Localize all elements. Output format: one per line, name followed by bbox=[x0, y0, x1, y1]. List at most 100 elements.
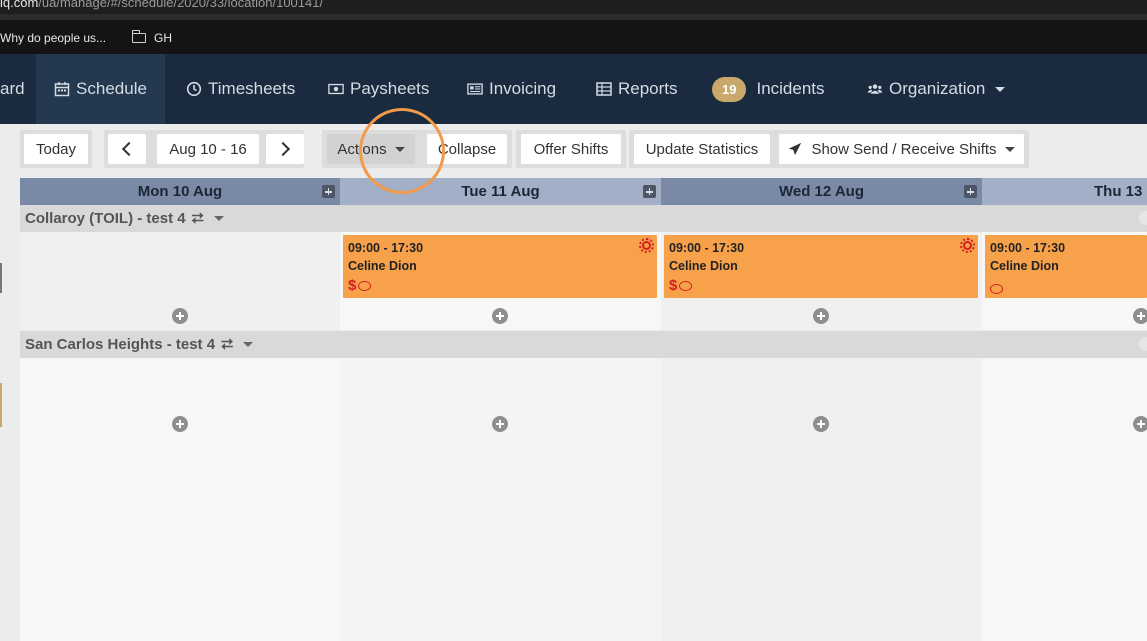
shift-employee: Celine Dion bbox=[669, 259, 738, 273]
add-shift-icon[interactable] bbox=[492, 416, 508, 432]
send-receive-shifts-button[interactable]: Show Send / Receive Shifts bbox=[779, 134, 1024, 164]
nav-item-schedule[interactable]: Schedule bbox=[36, 54, 165, 124]
nav-item-label: Paysheets bbox=[350, 79, 430, 98]
main-nav: ard Schedule Timesheets Paysheets Invoic… bbox=[0, 54, 1147, 124]
schedule-toolbar: Today Aug 10 - 16 Actions Collapse Offer… bbox=[0, 124, 1147, 178]
add-shift-icon[interactable] bbox=[492, 308, 508, 324]
chevron-down-icon bbox=[995, 86, 1006, 92]
nav-item-label: Reports bbox=[618, 79, 678, 98]
date-range-display[interactable]: Aug 10 - 16 bbox=[157, 134, 259, 164]
day-label: Thu 13 bbox=[1094, 183, 1143, 200]
previous-week-button[interactable] bbox=[108, 134, 146, 164]
address-bar[interactable]: iq.com/ua/manage/#/schedule/2020/33/loca… bbox=[0, 0, 1147, 14]
money-icon bbox=[328, 83, 344, 95]
panel-edge bbox=[0, 383, 2, 427]
clock-icon bbox=[186, 81, 202, 97]
nav-item-label: ard bbox=[0, 79, 25, 98]
nav-item-invoicing[interactable]: Invoicing bbox=[467, 54, 556, 124]
address-url: iq.com/ua/manage/#/schedule/2020/33/loca… bbox=[0, 0, 324, 10]
location-row-collaroy[interactable]: Collaroy (TOIL) - test 4 ⮂ bbox=[20, 205, 1147, 232]
chevron-right-icon bbox=[275, 141, 291, 157]
dollar-icon: $ bbox=[348, 277, 357, 294]
day-header-wed: Wed 12 Aug bbox=[661, 178, 982, 205]
add-shift-icon[interactable] bbox=[322, 185, 335, 198]
paper-plane-icon bbox=[789, 142, 802, 156]
dollar-icon: $ bbox=[669, 277, 678, 294]
day-cell[interactable] bbox=[982, 358, 1147, 641]
actions-dropdown-button[interactable]: Actions bbox=[327, 134, 415, 164]
day-cell[interactable] bbox=[661, 358, 982, 641]
table-icon bbox=[596, 82, 612, 96]
add-shift-icon[interactable] bbox=[813, 416, 829, 432]
newspaper-icon bbox=[467, 83, 483, 95]
add-shift-icon[interactable] bbox=[643, 185, 656, 198]
add-shift-icon[interactable] bbox=[813, 308, 829, 324]
offer-shifts-button[interactable]: Offer Shifts bbox=[521, 134, 621, 164]
add-shift-icon[interactable] bbox=[1133, 308, 1147, 324]
day-header-mon: Mon 10 Aug bbox=[20, 178, 340, 205]
day-cell[interactable] bbox=[20, 358, 340, 641]
add-shift-icon[interactable] bbox=[172, 416, 188, 432]
comment-icon bbox=[358, 280, 372, 291]
collapse-icon[interactable] bbox=[1139, 211, 1147, 225]
shift-time: 09:00 - 17:30 bbox=[990, 241, 1066, 255]
shift-card[interactable]: 09:00 - 17:30 Celine Dion $ bbox=[343, 235, 657, 298]
nav-item-timesheets[interactable]: Timesheets bbox=[186, 54, 295, 124]
nav-item-incidents[interactable]: 19 Incidents bbox=[712, 54, 825, 124]
day-label: Mon 10 Aug bbox=[137, 183, 223, 200]
location-name: Collaroy (TOIL) - test 4 bbox=[25, 210, 186, 227]
day-header-tue: Tue 11 Aug bbox=[340, 178, 661, 205]
today-button[interactable]: Today bbox=[24, 134, 88, 164]
nav-item-organization[interactable]: Organization bbox=[867, 54, 1006, 124]
next-week-button[interactable] bbox=[266, 134, 304, 164]
repeat-icon: ⮂ bbox=[191, 210, 204, 227]
nav-item-paysheets[interactable]: Paysheets bbox=[328, 54, 429, 124]
incident-count-badge: 19 bbox=[712, 76, 747, 102]
day-cell[interactable] bbox=[340, 358, 661, 641]
day-header-thu: Thu 13 bbox=[982, 178, 1147, 205]
comment-icon bbox=[679, 280, 693, 291]
chevron-down-icon bbox=[213, 216, 224, 221]
schedule-calendar: Mon 10 Aug Tue 11 Aug Wed 12 Aug Thu 13 … bbox=[0, 178, 1147, 641]
add-shift-icon[interactable] bbox=[172, 308, 188, 324]
repeat-icon: ⮂ bbox=[221, 336, 234, 353]
shift-employee: Celine Dion bbox=[348, 259, 417, 273]
nav-item-reports[interactable]: Reports bbox=[596, 54, 678, 124]
bookmark-folder-label: GH bbox=[154, 31, 172, 45]
chevron-down-icon bbox=[1004, 146, 1015, 152]
folder-icon bbox=[131, 30, 146, 43]
send-receive-label: Show Send / Receive Shifts bbox=[811, 140, 997, 158]
users-icon bbox=[867, 84, 883, 94]
sun-icon bbox=[639, 238, 654, 253]
shift-card[interactable]: 09:00 - 17:30 Celine Dion bbox=[985, 235, 1147, 298]
bookmarks-bar: Why do people us... GH bbox=[0, 20, 1147, 54]
sun-icon bbox=[960, 238, 975, 253]
collapse-button[interactable]: Collapse bbox=[427, 134, 507, 164]
nav-item-label: Timesheets bbox=[208, 79, 296, 98]
nav-item-label: Schedule bbox=[76, 79, 147, 98]
actions-label: Actions bbox=[337, 140, 387, 158]
add-shift-icon[interactable] bbox=[1133, 416, 1147, 432]
comment-icon bbox=[990, 284, 1003, 294]
bookmark-folder-gh[interactable]: GH bbox=[131, 30, 172, 45]
shift-employee: Celine Dion bbox=[990, 259, 1059, 273]
day-label: Tue 11 Aug bbox=[461, 183, 540, 200]
nav-item-label: Incidents bbox=[756, 79, 825, 98]
chevron-left-icon bbox=[121, 141, 137, 157]
nav-item-label: Organization bbox=[889, 79, 986, 98]
shift-time: 09:00 - 17:30 bbox=[669, 241, 745, 255]
location-row-san-carlos[interactable]: San Carlos Heights - test 4 ⮂ bbox=[20, 331, 1147, 358]
add-shift-icon[interactable] bbox=[964, 185, 977, 198]
chevron-down-icon bbox=[243, 342, 254, 347]
panel-edge bbox=[0, 263, 2, 293]
location-name: San Carlos Heights - test 4 bbox=[25, 336, 216, 353]
update-statistics-button[interactable]: Update Statistics bbox=[634, 134, 770, 164]
shift-card[interactable]: 09:00 - 17:30 Celine Dion $ bbox=[664, 235, 978, 298]
shift-time: 09:00 - 17:30 bbox=[348, 241, 424, 255]
calendar-icon bbox=[54, 82, 70, 97]
collapse-icon[interactable] bbox=[1139, 337, 1147, 351]
bookmark-item[interactable]: Why do people us... bbox=[0, 31, 106, 45]
chevron-down-icon bbox=[394, 146, 405, 152]
nav-item-label: Invoicing bbox=[489, 79, 557, 98]
nav-item-dashboard[interactable]: ard bbox=[0, 54, 36, 124]
